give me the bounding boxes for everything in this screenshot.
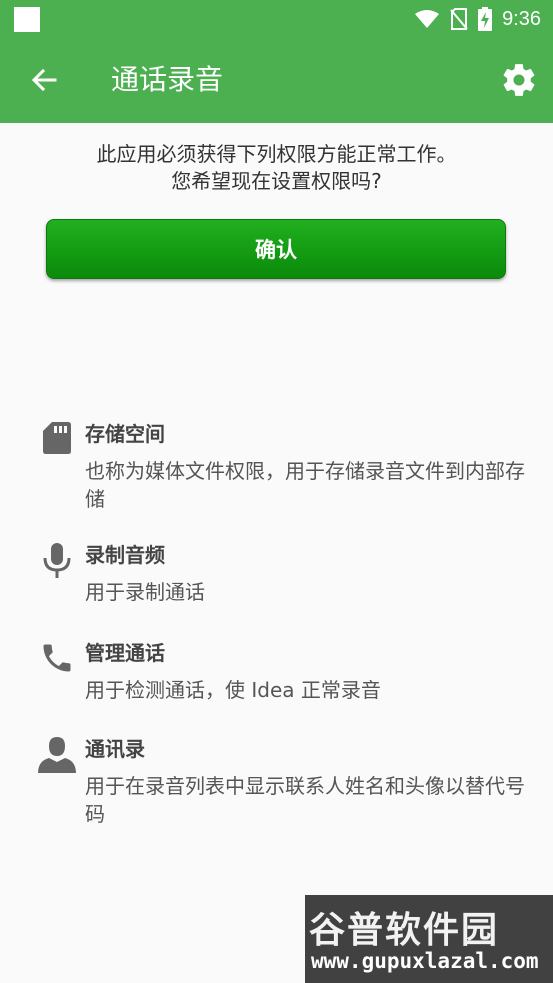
status-icons: 9:36 [414, 0, 541, 38]
permission-title: 管理通话 [85, 641, 165, 665]
prompt-line-1: 此应用必须获得下列权限方能正常工作。 [96, 142, 457, 166]
status-bar: 9:36 [0, 0, 553, 38]
no-sim-icon [450, 8, 468, 30]
sd-card-icon [36, 421, 78, 463]
prompt-line-2: 您希望现在设置权限吗? [171, 169, 382, 193]
person-icon [36, 736, 78, 778]
permission-title: 存储空间 [85, 422, 165, 446]
permission-description: 用于录制通话 [85, 580, 205, 604]
status-time: 9:36 [502, 7, 541, 30]
confirm-button[interactable]: 确认 [46, 219, 506, 279]
app-bar: 通话录音 [0, 38, 553, 123]
permission-title: 通讯录 [85, 737, 145, 761]
permission-description: 用于在录音列表中显示联系人姓名和头像以替代号码 [85, 774, 525, 826]
page-title: 通话录音 [111, 63, 224, 96]
watermark-url: www.gupuxlazal.com [311, 949, 539, 973]
battery-charging-icon [478, 7, 493, 31]
permission-prompt: 此应用必须获得下列权限方能正常工作。 您希望现在设置权限吗? [0, 141, 553, 195]
permission-description: 也称为媒体文件权限，用于存储录音文件到内部存储 [85, 459, 525, 511]
watermark-logo: 谷普软件园 www.gupuxlazal.com [305, 895, 553, 983]
settings-button[interactable] [495, 56, 543, 104]
back-button[interactable] [22, 58, 66, 102]
wifi-icon [415, 10, 440, 28]
permission-title: 录制音频 [85, 543, 165, 567]
permission-description: 用于检测通话，使 Idea 正常录音 [85, 678, 381, 702]
gear-icon [503, 64, 535, 96]
phone-icon [36, 640, 78, 682]
microphone-icon [36, 542, 78, 584]
arrow-back-icon [31, 68, 57, 92]
watermark-title: 谷普软件园 [309, 910, 500, 951]
notification-icon [14, 7, 40, 32]
